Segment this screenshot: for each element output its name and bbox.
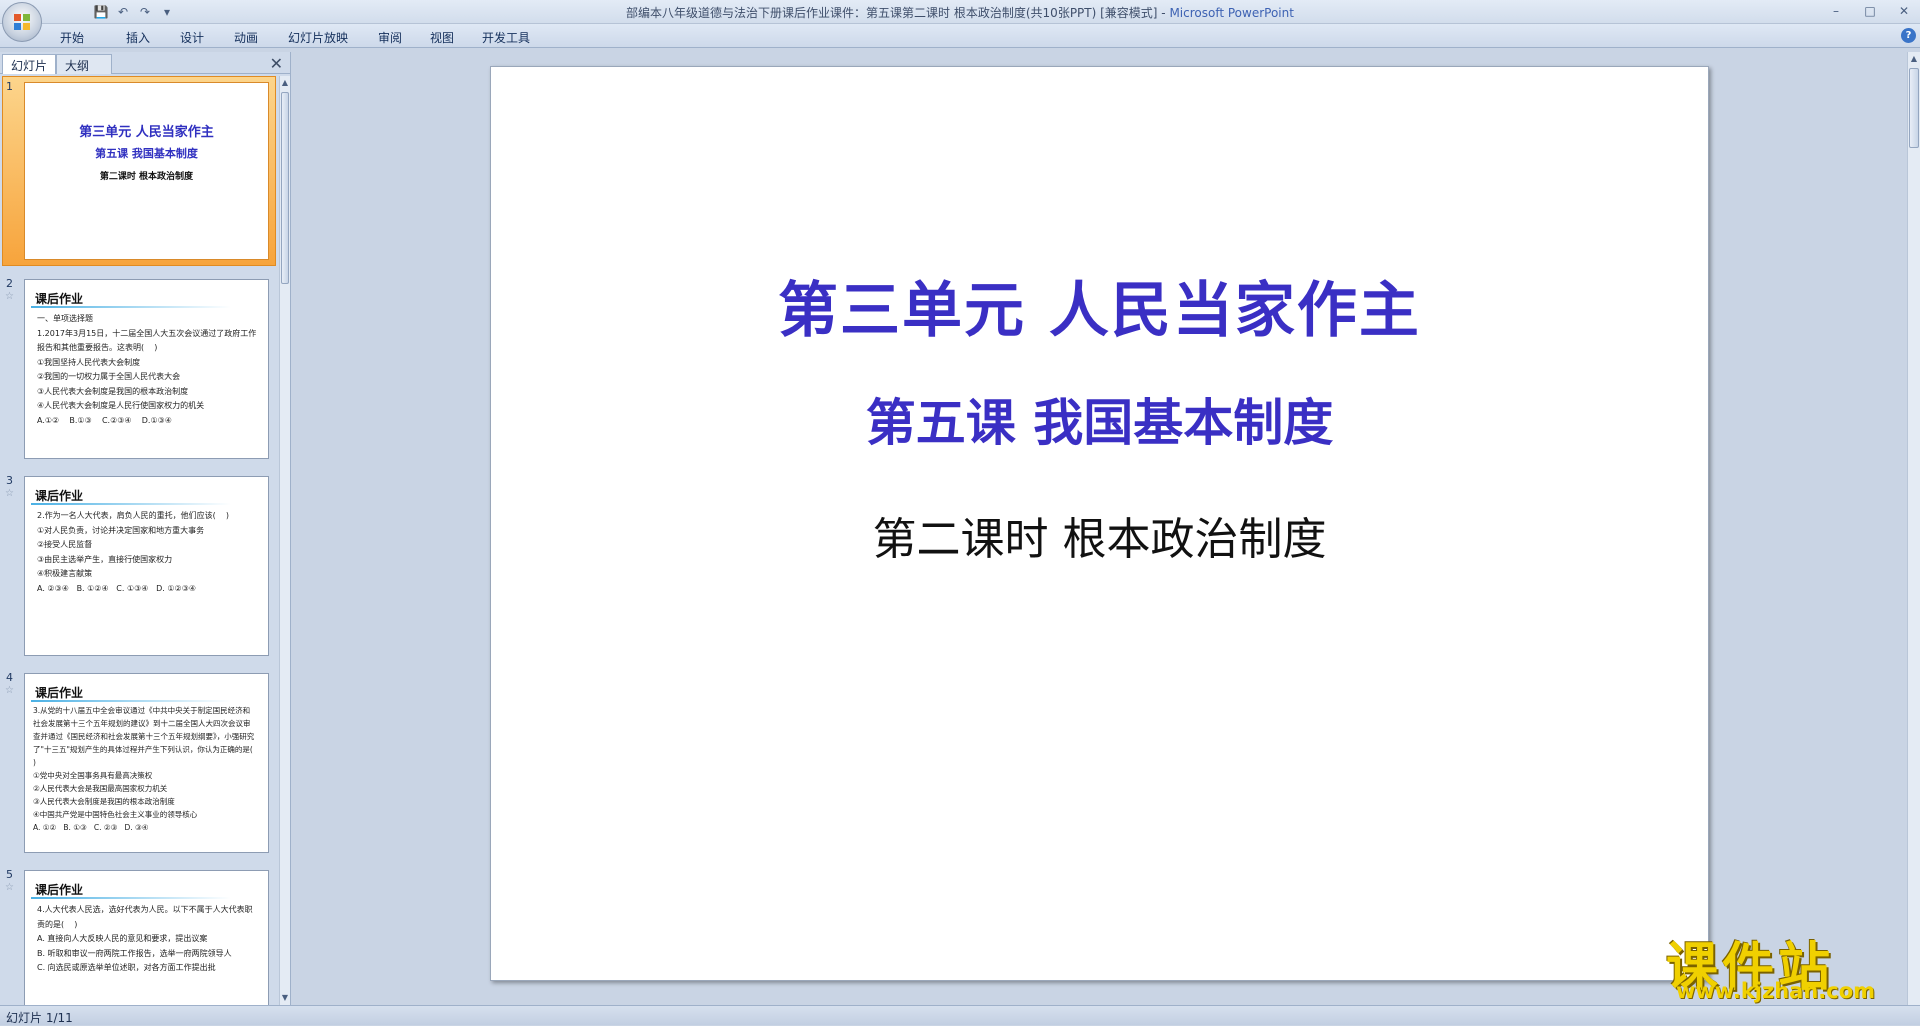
status-bar: 幻灯片 1/11 (0, 1005, 1920, 1025)
heading-underline (31, 503, 231, 505)
thumbnail-1[interactable]: 1 第三单元 人民当家作主 第五课 我国基本制度 第二课时 根本政治制度 (0, 76, 278, 268)
thumb-lesson: 第二课时 根本政治制度 (99, 172, 194, 182)
close-pane-icon[interactable]: ✕ (270, 54, 283, 73)
pane-scrollbar[interactable]: ▲ ▼ (279, 76, 290, 1005)
thumbnail-5[interactable]: 5 ☆ 课后作业 4.人大代表人民选，选好代表为人民。以下不属于人大代表职责的是… (0, 864, 278, 1005)
heading-underline (31, 700, 231, 702)
thumb-body: 3.从党的十八届五中全会审议通过《中共中央关于制定国民经济和社会发展第十三个五年… (33, 706, 255, 832)
slide-title[interactable]: 第三单元 人民当家作主 (491, 262, 1708, 349)
thumb-heading: 课后作业 (35, 686, 84, 700)
scrollbar-thumb[interactable] (1909, 68, 1919, 148)
tab-animations[interactable]: 动画 (234, 28, 288, 47)
tab-insert[interactable]: 插入 (126, 28, 180, 47)
thumb-heading: 课后作业 (35, 883, 84, 897)
animation-star-icon: ☆ (5, 291, 14, 302)
slide-thumbnail[interactable]: 课后作业 4.人大代表人民选，选好代表为人民。以下不属于人大代表职责的是( ) … (24, 870, 269, 1005)
thumbnail-list: 1 第三单元 人民当家作主 第五课 我国基本制度 第二课时 根本政治制度 2 ☆… (0, 76, 278, 1005)
minimize-button[interactable]: – (1826, 2, 1846, 20)
window-controls: – □ ✕ (1826, 2, 1914, 20)
tab-review[interactable]: 审阅 (378, 28, 430, 47)
thumbnail-3[interactable]: 3 ☆ 课后作业 2.作为一名人大代表，肩负人民的重托，他们应该( ) ①对人民… (0, 470, 278, 660)
tab-slides[interactable]: 幻灯片 (2, 54, 56, 74)
window-title: 部编本八年级道德与法治下册课后作业课件：第五课第二课时 根本政治制度(共10张P… (0, 4, 1920, 21)
document-title: 部编本八年级道德与法治下册课后作业课件：第五课第二课时 根本政治制度(共10张P… (626, 6, 1158, 20)
thumb-subtitle: 第五课 我国基本制度 (95, 147, 198, 160)
animation-star-icon: ☆ (5, 488, 14, 499)
slides-pane: 幻灯片 大纲 ✕ 1 第三单元 人民当家作主 第五课 我国基本制度 第二课时 根… (0, 52, 291, 1005)
slide-number: 4 (6, 671, 13, 684)
thumb-heading: 课后作业 (35, 292, 84, 306)
maximize-button[interactable]: □ (1860, 2, 1880, 20)
tab-developer[interactable]: 开发工具 (482, 28, 552, 47)
watermark-url: www.kjzhan.com (1676, 979, 1876, 1003)
thumb-body: 2.作为一名人大代表，肩负人民的重托，他们应该( ) ①对人民负责，讨论并决定国… (37, 511, 230, 593)
editor-scrollbar[interactable]: ▲ (1907, 52, 1920, 1005)
slide-lesson[interactable]: 第二课时 根本政治制度 (491, 503, 1708, 567)
slide-thumbnail[interactable]: 课后作业 3.从党的十八届五中全会审议通过《中共中央关于制定国民经济和社会发展第… (24, 673, 269, 853)
slide-number: 3 (6, 474, 13, 487)
tab-design[interactable]: 设计 (180, 28, 234, 47)
slide-subtitle[interactable]: 第五课 我国基本制度 (491, 383, 1708, 455)
tab-outline[interactable]: 大纲 (56, 54, 112, 74)
thumb-body: 一、单项选择题 1.2017年3月15日，十二届全国人大五次会议通过了政府工作报… (37, 314, 257, 425)
pane-tabs: 幻灯片 大纲 ✕ (0, 52, 291, 74)
slide-number: 5 (6, 868, 13, 881)
slide-number: 2 (6, 277, 13, 290)
slide-number: 1 (6, 80, 13, 93)
heading-underline (31, 306, 231, 308)
tab-slideshow[interactable]: 幻灯片放映 (288, 28, 378, 47)
slide-thumbnail[interactable]: 第三单元 人民当家作主 第五课 我国基本制度 第二课时 根本政治制度 (24, 82, 269, 260)
current-slide[interactable]: 第三单元 人民当家作主 第五课 我国基本制度 第二课时 根本政治制度 (490, 66, 1709, 981)
help-icon[interactable]: ? (1901, 28, 1916, 43)
thumb-body: 4.人大代表人民选，选好代表为人民。以下不属于人大代表职责的是( ) A. 直接… (37, 905, 253, 972)
slide-editor: 第三单元 人民当家作主 第五课 我国基本制度 第二课时 根本政治制度 (293, 52, 1907, 1005)
scrollbar-thumb[interactable] (281, 92, 289, 284)
thumbnail-2[interactable]: 2 ☆ 课后作业 一、单项选择题 1.2017年3月15日，十二届全国人大五次会… (0, 273, 278, 463)
office-logo-icon (14, 14, 30, 30)
slide-counter: 幻灯片 1/11 (6, 1011, 73, 1025)
close-button[interactable]: ✕ (1894, 2, 1914, 20)
animation-star-icon: ☆ (5, 882, 14, 893)
tab-home[interactable]: 开始 (60, 28, 126, 47)
slide-thumbnail[interactable]: 课后作业 2.作为一名人大代表，肩负人民的重托，他们应该( ) ①对人民负责，讨… (24, 476, 269, 656)
thumb-title: 第三单元 人民当家作主 (79, 125, 214, 140)
scroll-down-icon[interactable]: ▼ (280, 991, 290, 1005)
heading-underline (31, 897, 231, 899)
app-name: Microsoft PowerPoint (1169, 6, 1294, 20)
thumbnail-4[interactable]: 4 ☆ 课后作业 3.从党的十八届五中全会审议通过《中共中央关于制定国民经济和社… (0, 667, 278, 857)
scroll-up-icon[interactable]: ▲ (280, 76, 290, 90)
slide-thumbnail[interactable]: 课后作业 一、单项选择题 1.2017年3月15日，十二届全国人大五次会议通过了… (24, 279, 269, 459)
animation-star-icon: ☆ (5, 685, 14, 696)
ribbon: 开始 插入 设计 动画 幻灯片放映 审阅 视图 开发工具 ? (0, 24, 1920, 48)
title-separator: - (1157, 6, 1170, 20)
title-bar: 💾 ↶ ↷ ▾ 部编本八年级道德与法治下册课后作业课件：第五课第二课时 根本政治… (0, 0, 1920, 24)
scroll-up-icon[interactable]: ▲ (1908, 52, 1920, 66)
ribbon-tabs: 开始 插入 设计 动画 幻灯片放映 审阅 视图 开发工具 (60, 28, 552, 47)
office-button[interactable] (2, 2, 42, 42)
thumb-heading: 课后作业 (35, 489, 84, 503)
watermark-logo: 课件站 www.kjzhan.com (1666, 925, 1896, 1005)
tab-view[interactable]: 视图 (430, 28, 482, 47)
